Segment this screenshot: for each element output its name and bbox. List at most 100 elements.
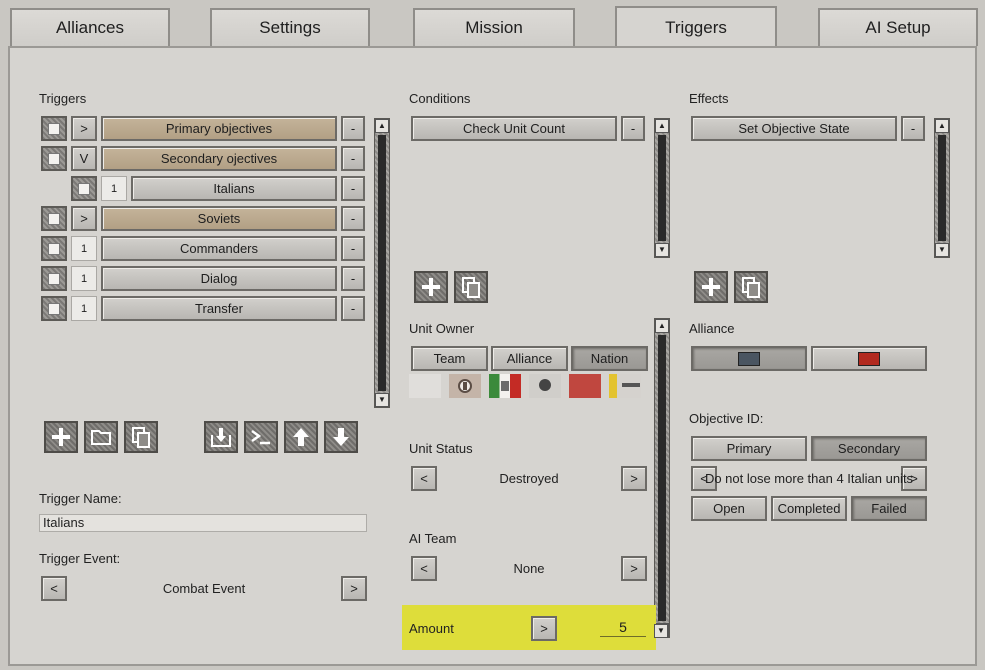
triggers-scrollbar[interactable]: ▲ ▼ bbox=[374, 118, 390, 408]
add-folder-button[interactable] bbox=[84, 421, 118, 453]
condition-item-check-unit-count[interactable]: Check Unit Count bbox=[411, 116, 617, 141]
move-up-button[interactable] bbox=[284, 421, 318, 453]
triggers-heading: Triggers bbox=[39, 91, 87, 106]
conditions-scrollbar[interactable]: ▲ ▼ bbox=[654, 118, 670, 258]
add-condition-button[interactable] bbox=[414, 271, 448, 303]
state-completed-button[interactable]: Completed bbox=[771, 496, 847, 521]
move-down-button[interactable] bbox=[324, 421, 358, 453]
remove-trigger-button[interactable]: - bbox=[341, 206, 365, 231]
scrollbar-thumb[interactable] bbox=[658, 135, 666, 241]
alliance-option-blue[interactable] bbox=[691, 346, 807, 371]
console-button[interactable] bbox=[244, 421, 278, 453]
trigger-name-field[interactable]: Italians bbox=[39, 514, 367, 532]
scroll-down-icon[interactable]: ▼ bbox=[654, 624, 668, 638]
flag-germany[interactable] bbox=[449, 374, 481, 398]
trigger-event-next-button[interactable]: > bbox=[341, 576, 367, 601]
flag-romania[interactable] bbox=[609, 374, 641, 398]
effects-heading: Effects bbox=[689, 91, 729, 106]
trigger-count: 1 bbox=[71, 266, 97, 291]
trigger-item-transfer[interactable]: Transfer bbox=[101, 296, 337, 321]
scrollbar-thumb[interactable] bbox=[378, 135, 386, 391]
scroll-down-icon[interactable]: ▼ bbox=[935, 243, 949, 257]
trigger-item-italians[interactable]: Italians bbox=[131, 176, 337, 201]
flag-soviet[interactable] bbox=[569, 374, 601, 398]
trigger-event-prev-button[interactable]: < bbox=[41, 576, 67, 601]
flag-italy[interactable] bbox=[489, 374, 521, 398]
amount-value-field[interactable]: 5 bbox=[600, 618, 646, 637]
scrollbar-thumb[interactable] bbox=[938, 135, 946, 241]
trigger-item-commanders[interactable]: Commanders bbox=[101, 236, 337, 261]
copy-trigger-button[interactable] bbox=[124, 421, 158, 453]
remove-condition-button[interactable]: - bbox=[621, 116, 645, 141]
unit-status-next-button[interactable]: > bbox=[621, 466, 647, 491]
alliance-color-swatch bbox=[738, 351, 760, 366]
remove-trigger-button[interactable]: - bbox=[341, 236, 365, 261]
amount-label: Amount bbox=[409, 621, 454, 636]
import-button[interactable] bbox=[204, 421, 238, 453]
folder-icon bbox=[91, 430, 111, 445]
trigger-checkbox[interactable] bbox=[41, 146, 67, 171]
remove-trigger-button[interactable]: - bbox=[341, 146, 365, 171]
owner-tab-nation[interactable]: Nation bbox=[571, 346, 648, 371]
trigger-event-value: Combat Event bbox=[162, 581, 246, 596]
flag-neutral[interactable] bbox=[409, 374, 441, 398]
tab-alliances[interactable]: Alliances bbox=[10, 8, 170, 46]
flag-finland[interactable] bbox=[529, 374, 561, 398]
state-failed-button[interactable]: Failed bbox=[851, 496, 927, 521]
amount-toggle-button[interactable]: > bbox=[531, 616, 557, 641]
trigger-expander[interactable]: V bbox=[71, 146, 97, 171]
add-icon bbox=[422, 278, 440, 296]
trigger-checkbox[interactable] bbox=[41, 206, 67, 231]
effects-scrollbar[interactable]: ▲ ▼ bbox=[934, 118, 950, 258]
trigger-expander[interactable]: > bbox=[71, 116, 97, 141]
remove-trigger-button[interactable]: - bbox=[341, 296, 365, 321]
trigger-item-dialog[interactable]: Dialog bbox=[101, 266, 337, 291]
state-open-button[interactable]: Open bbox=[691, 496, 767, 521]
tab-settings[interactable]: Settings bbox=[210, 8, 370, 46]
arrow-up-icon bbox=[293, 428, 309, 446]
scroll-up-icon[interactable]: ▲ bbox=[375, 119, 389, 133]
trigger-count: 1 bbox=[71, 236, 97, 261]
scroll-down-icon[interactable]: ▼ bbox=[375, 393, 389, 407]
unit-status-prev-button[interactable]: < bbox=[411, 466, 437, 491]
trigger-checkbox[interactable] bbox=[41, 116, 67, 141]
objective-tab-primary[interactable]: Primary bbox=[691, 436, 807, 461]
add-trigger-button[interactable] bbox=[44, 421, 78, 453]
owner-tab-team[interactable]: Team bbox=[411, 346, 488, 371]
owner-tab-alliance[interactable]: Alliance bbox=[491, 346, 568, 371]
scroll-down-icon[interactable]: ▼ bbox=[655, 243, 669, 257]
objective-tab-secondary[interactable]: Secondary bbox=[811, 436, 927, 461]
trigger-expander[interactable]: > bbox=[71, 206, 97, 231]
effect-item-set-objective-state[interactable]: Set Objective State bbox=[691, 116, 897, 141]
tab-ai-setup[interactable]: AI Setup bbox=[818, 8, 978, 46]
ai-team-next-button[interactable]: > bbox=[621, 556, 647, 581]
trigger-item-primary-objectives[interactable]: Primary objectives bbox=[101, 116, 337, 141]
ai-team-value: None bbox=[513, 561, 545, 576]
alliance-label: Alliance bbox=[689, 321, 735, 336]
trigger-count: 1 bbox=[101, 176, 127, 201]
trigger-checkbox[interactable] bbox=[41, 296, 67, 321]
conditions-heading: Conditions bbox=[409, 91, 471, 106]
remove-effect-button[interactable]: - bbox=[901, 116, 925, 141]
remove-trigger-button[interactable]: - bbox=[341, 176, 365, 201]
scroll-up-icon[interactable]: ▲ bbox=[655, 119, 669, 133]
tab-mission[interactable]: Mission bbox=[413, 8, 575, 46]
copy-effect-button[interactable] bbox=[734, 271, 768, 303]
trigger-item-secondary-objectives[interactable]: Secondary ojectives bbox=[101, 146, 337, 171]
remove-trigger-button[interactable]: - bbox=[341, 266, 365, 291]
scroll-up-icon[interactable]: ▲ bbox=[935, 119, 949, 133]
add-icon bbox=[702, 278, 720, 296]
import-icon bbox=[211, 428, 231, 447]
ai-team-prev-button[interactable]: < bbox=[411, 556, 437, 581]
trigger-name-label: Trigger Name: bbox=[39, 491, 122, 506]
copy-condition-button[interactable] bbox=[454, 271, 488, 303]
trigger-checkbox[interactable] bbox=[41, 236, 67, 261]
alliance-option-red[interactable] bbox=[811, 346, 927, 371]
trigger-checkbox[interactable] bbox=[41, 266, 67, 291]
condition-details-scrollbar-overlay: ▼ bbox=[654, 318, 670, 638]
trigger-checkbox[interactable] bbox=[71, 176, 97, 201]
tab-triggers[interactable]: Triggers bbox=[615, 6, 777, 48]
add-effect-button[interactable] bbox=[694, 271, 728, 303]
remove-trigger-button[interactable]: - bbox=[341, 116, 365, 141]
trigger-item-soviets[interactable]: Soviets bbox=[101, 206, 337, 231]
